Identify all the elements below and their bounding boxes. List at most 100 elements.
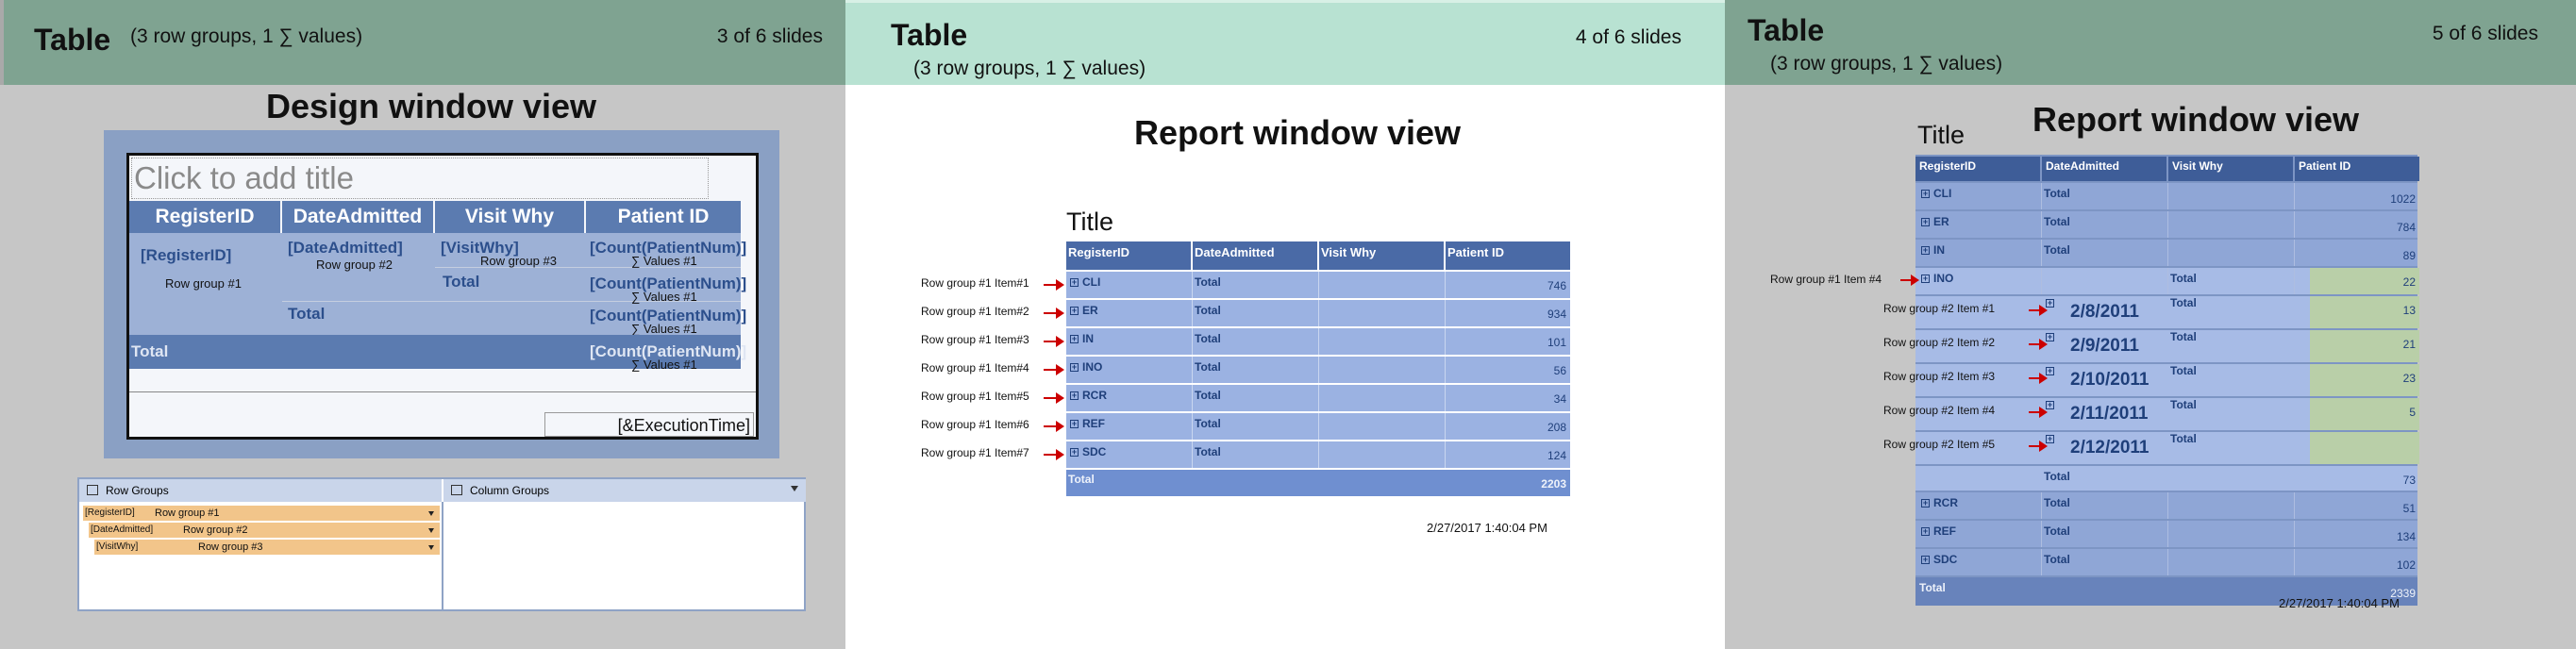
expand-toggle-icon[interactable]: + [1070, 448, 1079, 458]
chevron-down-icon[interactable] [428, 511, 434, 516]
cell-divider [2167, 549, 2168, 575]
registerid-cell[interactable]: + RCR [1921, 496, 1958, 509]
registerid-cell[interactable]: + SDC [1921, 553, 1957, 566]
row-annotation: Row group #1 Item #4 [1770, 273, 1882, 286]
red-arrow-icon [2029, 407, 2048, 418]
registerid-cell[interactable]: + SDC [1070, 445, 1106, 458]
cell-divider [1318, 357, 1319, 383]
row-annotation: Row group #2 Item #3 [1883, 370, 1996, 383]
pane-divider [442, 502, 443, 609]
registerid-cell[interactable]: + IN [1070, 332, 1094, 345]
patient-count-cell: 124 [1547, 449, 1566, 462]
expand-toggle-icon[interactable]: + [1921, 527, 1930, 537]
date-cell: 2/11/2011 [2070, 404, 2149, 424]
cell-divider [2041, 183, 2042, 209]
grand-total-label[interactable]: Total [131, 342, 168, 361]
row-group-item-3[interactable]: [VisitWhy] Row group #3 [94, 540, 440, 555]
row-group-name: Row group #3 [198, 541, 263, 553]
grand-total-label: Total [1068, 473, 1095, 486]
registerid-field[interactable]: [RegisterID] [141, 246, 231, 265]
patient-count-cell: 934 [1547, 308, 1566, 321]
cell-divider [1318, 441, 1319, 468]
date-cell: 2/10/2011 [2070, 370, 2149, 390]
dateadmitted-total[interactable]: Total [288, 305, 325, 324]
registerid-cell[interactable]: + INO [1070, 360, 1102, 374]
cell-text: SDC [1082, 445, 1107, 458]
col-header[interactable]: RegisterID [1915, 157, 2040, 181]
patient-count-cell: 51 [2402, 502, 2416, 515]
col-header-registerid[interactable]: RegisterID [129, 201, 280, 233]
registerid-cell[interactable]: + RCR [1070, 389, 1107, 402]
col-header-dateadmitted[interactable]: DateAdmitted [282, 201, 433, 233]
total-cell: Total [1195, 332, 1221, 345]
row-group-3-label: Row group #3 [480, 254, 557, 268]
cell-divider [2041, 240, 2042, 266]
cell-divider [2167, 211, 2168, 238]
col-header-patientid[interactable]: Patient ID [586, 201, 741, 233]
expand-toggle-icon[interactable]: + [1070, 420, 1079, 429]
title-placeholder[interactable]: Click to add title [131, 158, 709, 199]
registerid-cell[interactable]: + CLI [1070, 275, 1100, 289]
values-label-1: ∑ Values #1 [631, 254, 697, 268]
cell-divider [2167, 492, 2168, 519]
chevron-down-icon[interactable] [428, 528, 434, 533]
col-header[interactable]: Patient ID [2295, 157, 2419, 181]
registerid-cell[interactable]: + REF [1921, 524, 1956, 538]
grouping-pane[interactable]: Row Groups Column Groups [RegisterID] Ro… [77, 477, 806, 611]
expand-toggle-icon[interactable]: + [1921, 275, 1930, 284]
execution-time-box[interactable]: [&ExecutionTime] [544, 412, 754, 437]
expand-toggle-icon[interactable]: + [1070, 335, 1079, 344]
dropdown-icon[interactable] [791, 486, 798, 491]
expand-toggle-icon[interactable]: + [1921, 190, 1930, 199]
slide-title: Table [891, 18, 968, 52]
report-design-canvas[interactable]: Click to add title RegisterID DateAdmitt… [126, 153, 759, 440]
total-cell: Total [1195, 389, 1221, 402]
col-header[interactable]: Visit Why [1319, 241, 1444, 270]
chevron-down-icon[interactable] [428, 545, 434, 550]
patient-count-cell: 1022 [2390, 192, 2416, 206]
visitwhy-total[interactable]: Total [443, 273, 479, 291]
column-groups-icon [451, 485, 462, 495]
registerid-cell[interactable]: + IN [1921, 243, 1945, 257]
red-arrow-icon [1044, 392, 1064, 404]
expand-toggle-icon[interactable]: + [1070, 391, 1079, 401]
expand-toggle-icon[interactable]: + [1921, 556, 1930, 565]
row-groups-icon [87, 485, 98, 495]
expand-toggle-icon[interactable]: + [1070, 363, 1079, 373]
patient-count-cell: 101 [1547, 336, 1566, 349]
slide-subtitle: (3 row groups, 1 ∑ values) [1770, 53, 2003, 75]
expand-toggle-icon[interactable]: + [1070, 307, 1079, 316]
cell-text: ER [1082, 304, 1098, 317]
cell-divider [2041, 211, 2042, 238]
col-header[interactable]: Patient ID [1446, 241, 1570, 270]
expand-toggle-icon[interactable]: + [1921, 499, 1930, 508]
dateadmitted-field[interactable]: [DateAdmitted] [288, 239, 403, 258]
total-cell: Total [2170, 432, 2197, 445]
registerid-cell[interactable]: + CLI [1921, 187, 1951, 200]
registerid-cell[interactable]: + ER [1921, 215, 1949, 228]
col-header[interactable]: DateAdmitted [1193, 241, 1317, 270]
total-cell: Total [2044, 496, 2070, 509]
highlight-cell [2310, 432, 2419, 464]
row-group-item-1[interactable]: [RegisterID] Row group #1 [83, 506, 440, 521]
cell-text: REF [1082, 417, 1105, 430]
expand-toggle-icon[interactable]: + [1070, 278, 1079, 288]
col-header-visitwhy[interactable]: Visit Why [435, 201, 584, 233]
timestamp: 2/27/2017 1:40:04 PM [2279, 596, 2400, 610]
registerid-cell[interactable]: + INO [1921, 272, 1953, 285]
col-header[interactable]: DateAdmitted [2042, 157, 2166, 181]
row-group-item-2[interactable]: [DateAdmitted] Row group #2 [89, 523, 440, 538]
registerid-cell[interactable]: + ER [1070, 304, 1098, 317]
patient-count-cell: 89 [2402, 249, 2416, 262]
expand-toggle-icon[interactable]: + [1921, 246, 1930, 256]
registerid-cell[interactable]: + REF [1070, 417, 1105, 430]
patient-count-cell: 208 [1547, 421, 1566, 434]
slide-counter: 3 of 6 slides [716, 25, 823, 47]
col-header[interactable]: RegisterID [1066, 241, 1191, 270]
cell-divider [1318, 328, 1319, 355]
cell-text: REF [1933, 524, 1956, 538]
expand-toggle-icon[interactable]: + [1921, 218, 1930, 227]
total-cell: Total [1195, 304, 1221, 317]
col-header[interactable]: Visit Why [2168, 157, 2293, 181]
values-label-4: ∑ Values #1 [631, 358, 697, 372]
